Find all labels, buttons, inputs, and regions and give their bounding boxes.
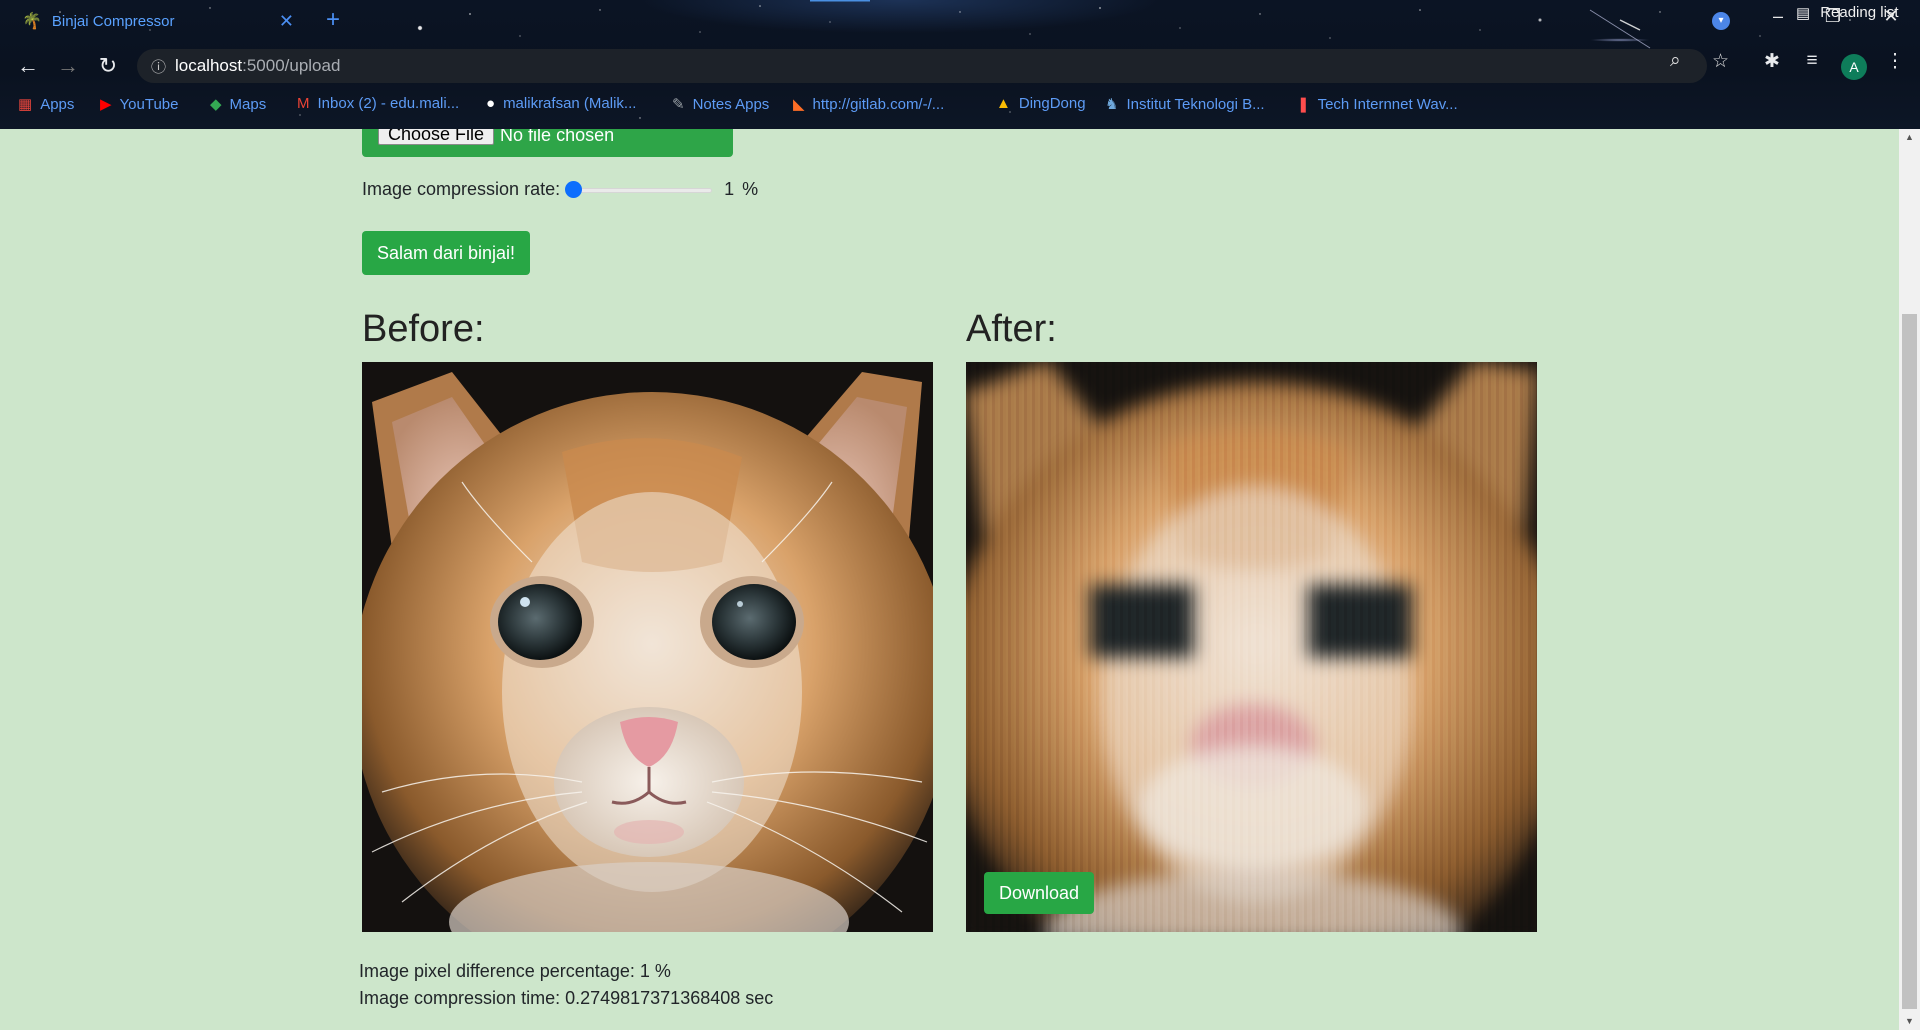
compression-rate-value: 1 <box>724 179 735 199</box>
vertical-scrollbar[interactable]: ▲ ▼ <box>1899 129 1920 1030</box>
slider-track[interactable] <box>572 187 713 193</box>
scroll-up-arrow-icon[interactable]: ▲ <box>1899 129 1920 146</box>
choose-file-button[interactable]: Choose File <box>378 129 495 145</box>
bookmark-item[interactable]: ◣ http://gitlab.com/-/... <box>793 95 945 114</box>
reading-list-label: Reading list <box>1820 4 1899 21</box>
after-image: Download <box>966 362 1537 932</box>
itb-icon: ♞ <box>1105 96 1119 113</box>
bookmark-item[interactable]: ◆ Maps <box>210 95 267 114</box>
active-tab[interactable]: 🌴 Binjai Compressor ✕ <box>8 0 308 42</box>
bookmark-label: Tech Internnet Wav... <box>1317 95 1458 113</box>
download-button[interactable]: Download <box>984 872 1094 914</box>
bookmark-item[interactable]: ♞ Institut Teknologi B... <box>1105 95 1265 114</box>
new-tab-button[interactable]: + <box>326 6 340 34</box>
pixel-difference-text: Image pixel difference percentage: 1 % <box>359 961 671 981</box>
reading-list-button[interactable]: ▤ Reading list <box>1796 4 1899 22</box>
after-heading: After: <box>966 308 1057 350</box>
kitten-original-illustration <box>362 362 933 932</box>
before-heading: Before: <box>362 308 485 350</box>
no-file-label: No file chosen <box>500 129 615 145</box>
tech-bookmark-icon: ❚ <box>1297 96 1310 113</box>
bookmark-label: Notes Apps <box>692 95 770 113</box>
scrollbar-thumb[interactable] <box>1902 314 1917 1009</box>
apps-grid-icon: ▦ <box>18 96 33 113</box>
address-bar[interactable]: ⓘ localhost :5000/upload <box>137 49 1707 83</box>
url-path: :5000/upload <box>242 56 341 75</box>
slider-thumb[interactable] <box>565 180 583 198</box>
bookmark-item[interactable]: ❚ Tech Internnet Wav... <box>1297 95 1458 114</box>
minimize-icon[interactable]: – <box>1755 6 1801 27</box>
compression-rate-row: Image compression rate: 1 % <box>362 179 758 200</box>
forward-arrow-icon[interactable]: → <box>52 50 84 82</box>
chevron-down-icon[interactable]: ▾ <box>1712 12 1730 30</box>
tab-title: Binjai Compressor <box>51 12 175 30</box>
compression-rate-slider[interactable] <box>565 180 713 199</box>
bookmark-label: malikrafsan (Malik... <box>503 95 637 112</box>
submit-button[interactable]: Salam dari binjai! <box>362 231 530 275</box>
notes-icon: ✎ <box>672 96 685 113</box>
bookmark-label: DingDong <box>1018 95 1086 112</box>
compression-time-text: Image compression time: 0.27498173713684… <box>359 988 774 1008</box>
media-control-icon[interactable]: ≡ <box>1797 50 1827 72</box>
bookmark-label: Inbox (2) - edu.mali... <box>317 95 460 112</box>
more-menu-icon[interactable]: ⋮ <box>1880 50 1910 73</box>
reading-list-icon: ▤ <box>1796 5 1811 22</box>
zoom-icon[interactable]: ⌕ <box>1670 50 1681 72</box>
maps-pin-icon: ◆ <box>210 96 222 113</box>
toolbar: ← → ↻ ⓘ localhost :5000/upload ⌕ ☆ ✱ ≡ ⋮ <box>0 46 1920 86</box>
bookmark-label: YouTube <box>119 95 179 113</box>
profile-avatar[interactable]: A <box>1841 54 1867 80</box>
bookmark-label: Maps <box>229 95 267 113</box>
bookmark-label: http://gitlab.com/-/... <box>812 95 945 113</box>
gmail-icon: M <box>297 95 310 112</box>
close-tab-icon[interactable]: ✕ <box>279 11 294 32</box>
bookmark-star-icon[interactable]: ☆ <box>1712 50 1729 73</box>
site-info-icon[interactable]: ⓘ <box>151 56 175 77</box>
before-image <box>362 362 933 932</box>
bookmark-item[interactable]: ● malikrafsan (Malik... <box>486 95 636 112</box>
reload-icon[interactable]: ↻ <box>92 50 124 82</box>
compression-rate-label: Image compression rate: <box>362 179 561 199</box>
browser-chrome: 🌴 Binjai Compressor ✕ + ▾ – ❐ ✕ ← → ↻ ⓘ … <box>0 0 1920 129</box>
bookmark-item[interactable]: M Inbox (2) - edu.mali... <box>297 95 459 112</box>
bookmark-item[interactable]: ▶ YouTube <box>100 95 179 114</box>
bookmarks-bar: ▦ Apps ▶ YouTube ◆ Maps M Inbox (2) - edu.mali.… <box>0 91 1920 121</box>
bookmark-label: Apps <box>40 95 75 113</box>
file-input[interactable]: Choose File No file chosen <box>362 129 733 157</box>
bookmark-label: Institut Teknologi B... <box>1126 95 1265 113</box>
bookmark-item[interactable]: ✎ Notes Apps <box>672 95 770 114</box>
youtube-icon: ▶ <box>100 96 112 113</box>
scroll-down-arrow-icon[interactable]: ▼ <box>1899 1013 1920 1030</box>
extensions-puzzle-icon[interactable]: ✱ <box>1757 50 1787 73</box>
back-arrow-icon[interactable]: ← <box>12 50 44 82</box>
page-content: Choose File No file chosen Image compres… <box>0 129 1899 1030</box>
gitlab-icon: ◣ <box>793 96 805 113</box>
compression-artifact-streaks <box>966 362 1537 932</box>
compression-rate-unit: % <box>742 179 759 199</box>
bookmark-item[interactable]: ▲ DingDong <box>996 95 1086 112</box>
url-host: localhost <box>175 56 243 75</box>
github-icon: ● <box>486 95 496 112</box>
palm-tree-favicon-icon: 🌴 <box>22 13 42 30</box>
google-drive-icon: ▲ <box>996 95 1011 112</box>
bookmark-item[interactable]: ▦ Apps <box>18 95 75 114</box>
